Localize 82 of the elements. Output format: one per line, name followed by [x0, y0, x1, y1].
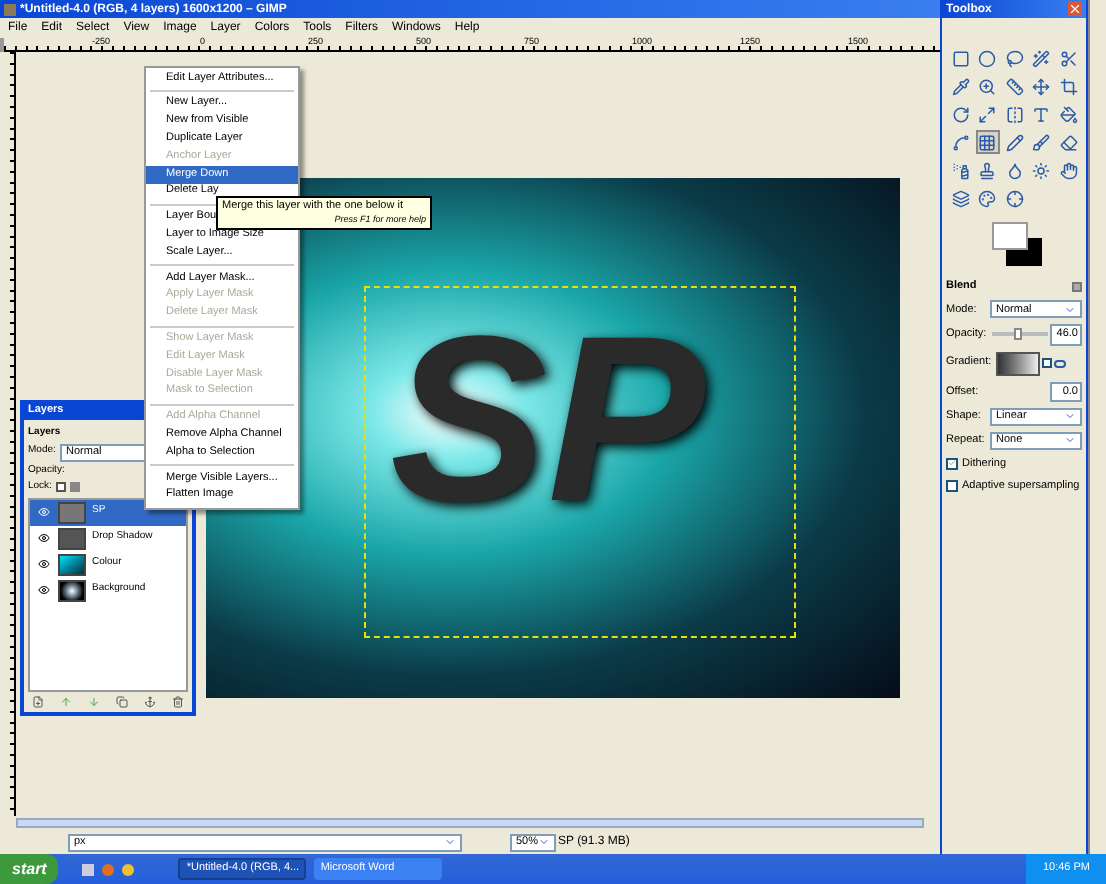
anchor-icon[interactable] — [144, 696, 156, 708]
layer-thumbnail — [58, 527, 86, 549]
tool-button[interactable] — [975, 74, 1000, 98]
zoom-icon — [978, 77, 997, 95]
tool-button[interactable] — [975, 46, 1000, 70]
duplicate-icon[interactable] — [116, 696, 128, 708]
scissors-icon — [1059, 49, 1078, 67]
gradient-icon — [978, 133, 997, 151]
layer-thumbnail — [58, 501, 86, 523]
tool-button[interactable] — [1056, 74, 1081, 98]
stamp-icon — [978, 161, 997, 179]
eye-icon[interactable] — [38, 558, 50, 570]
wand-icon — [1032, 49, 1051, 67]
delete-icon[interactable] — [172, 696, 184, 708]
canvas-text: SP — [390, 302, 705, 538]
checkbox[interactable] — [946, 457, 958, 470]
tool-button[interactable] — [1056, 130, 1081, 154]
gradient-preview[interactable] — [996, 351, 1040, 375]
lasso-icon — [1005, 49, 1024, 67]
tool-button[interactable] — [1002, 74, 1027, 98]
reverse-checkbox[interactable] — [1042, 358, 1052, 368]
checker-icon — [69, 482, 80, 493]
lock-checkbox[interactable] — [55, 482, 66, 493]
square-icon — [951, 49, 969, 67]
swap-icon[interactable] — [1054, 359, 1066, 367]
tool-button[interactable] — [1056, 102, 1081, 126]
pipette-icon — [951, 77, 969, 95]
tool-button[interactable] — [975, 102, 1000, 126]
tool-button[interactable] — [948, 102, 972, 126]
tool-button[interactable] — [948, 46, 972, 70]
media-icon[interactable] — [122, 863, 135, 875]
options-menu-icon[interactable] — [1072, 281, 1082, 292]
drop-icon — [1005, 161, 1024, 179]
rotate-icon — [951, 105, 969, 123]
layer-thumbnail — [58, 553, 86, 575]
tool-button[interactable] — [948, 186, 972, 210]
tool-button[interactable] — [1029, 46, 1054, 70]
flip-icon — [1005, 105, 1024, 123]
desktop-icon[interactable] — [82, 863, 95, 875]
horizontal-scrollbar[interactable] — [16, 818, 924, 828]
tool-button[interactable] — [1029, 102, 1054, 126]
tool-button[interactable] — [1029, 74, 1054, 98]
brush-icon — [1032, 133, 1051, 151]
tool-button[interactable] — [975, 186, 1000, 210]
pencil-icon — [1005, 133, 1024, 151]
opacity-slider-thumb[interactable] — [1013, 328, 1022, 341]
palette-icon — [978, 189, 997, 207]
crop-icon — [1059, 77, 1078, 95]
layers-icon — [951, 189, 969, 207]
check-icon — [948, 458, 956, 469]
start-button[interactable]: start — [0, 854, 59, 884]
tool-button[interactable] — [1056, 46, 1081, 70]
tool-button[interactable] — [1002, 46, 1027, 70]
path-icon — [951, 133, 969, 151]
close-icon[interactable] — [1068, 2, 1082, 16]
eye-icon[interactable] — [38, 584, 50, 596]
layer-thumbnail — [58, 579, 86, 601]
color-swatches[interactable] — [986, 222, 1042, 266]
eraser-icon — [1059, 133, 1078, 151]
crosshair-icon — [1005, 189, 1024, 207]
new-layer-icon[interactable] — [32, 696, 44, 708]
tool-button[interactable] — [1002, 130, 1027, 154]
text-icon — [1032, 105, 1051, 123]
move-icon — [1032, 77, 1051, 95]
hand-icon — [1059, 161, 1078, 179]
tool-button[interactable] — [1002, 186, 1027, 210]
sun-icon — [1032, 161, 1051, 179]
eye-icon[interactable] — [38, 532, 50, 544]
circle-icon — [978, 49, 997, 67]
tool-button[interactable] — [1002, 102, 1027, 126]
tool-button[interactable] — [1029, 130, 1054, 154]
gimp-window-icon — [4, 3, 16, 15]
tool-button[interactable] — [948, 130, 972, 154]
tool-button[interactable] — [948, 74, 972, 98]
bucket-icon — [1059, 105, 1078, 123]
opacity-slider-track[interactable] — [992, 332, 1048, 337]
tool-button[interactable] — [975, 130, 1000, 154]
ruler-icon — [1005, 77, 1024, 95]
scale-icon — [978, 105, 997, 123]
tool-button[interactable] — [1056, 158, 1081, 182]
tool-button[interactable] — [975, 158, 1000, 182]
checkbox[interactable] — [946, 480, 958, 493]
